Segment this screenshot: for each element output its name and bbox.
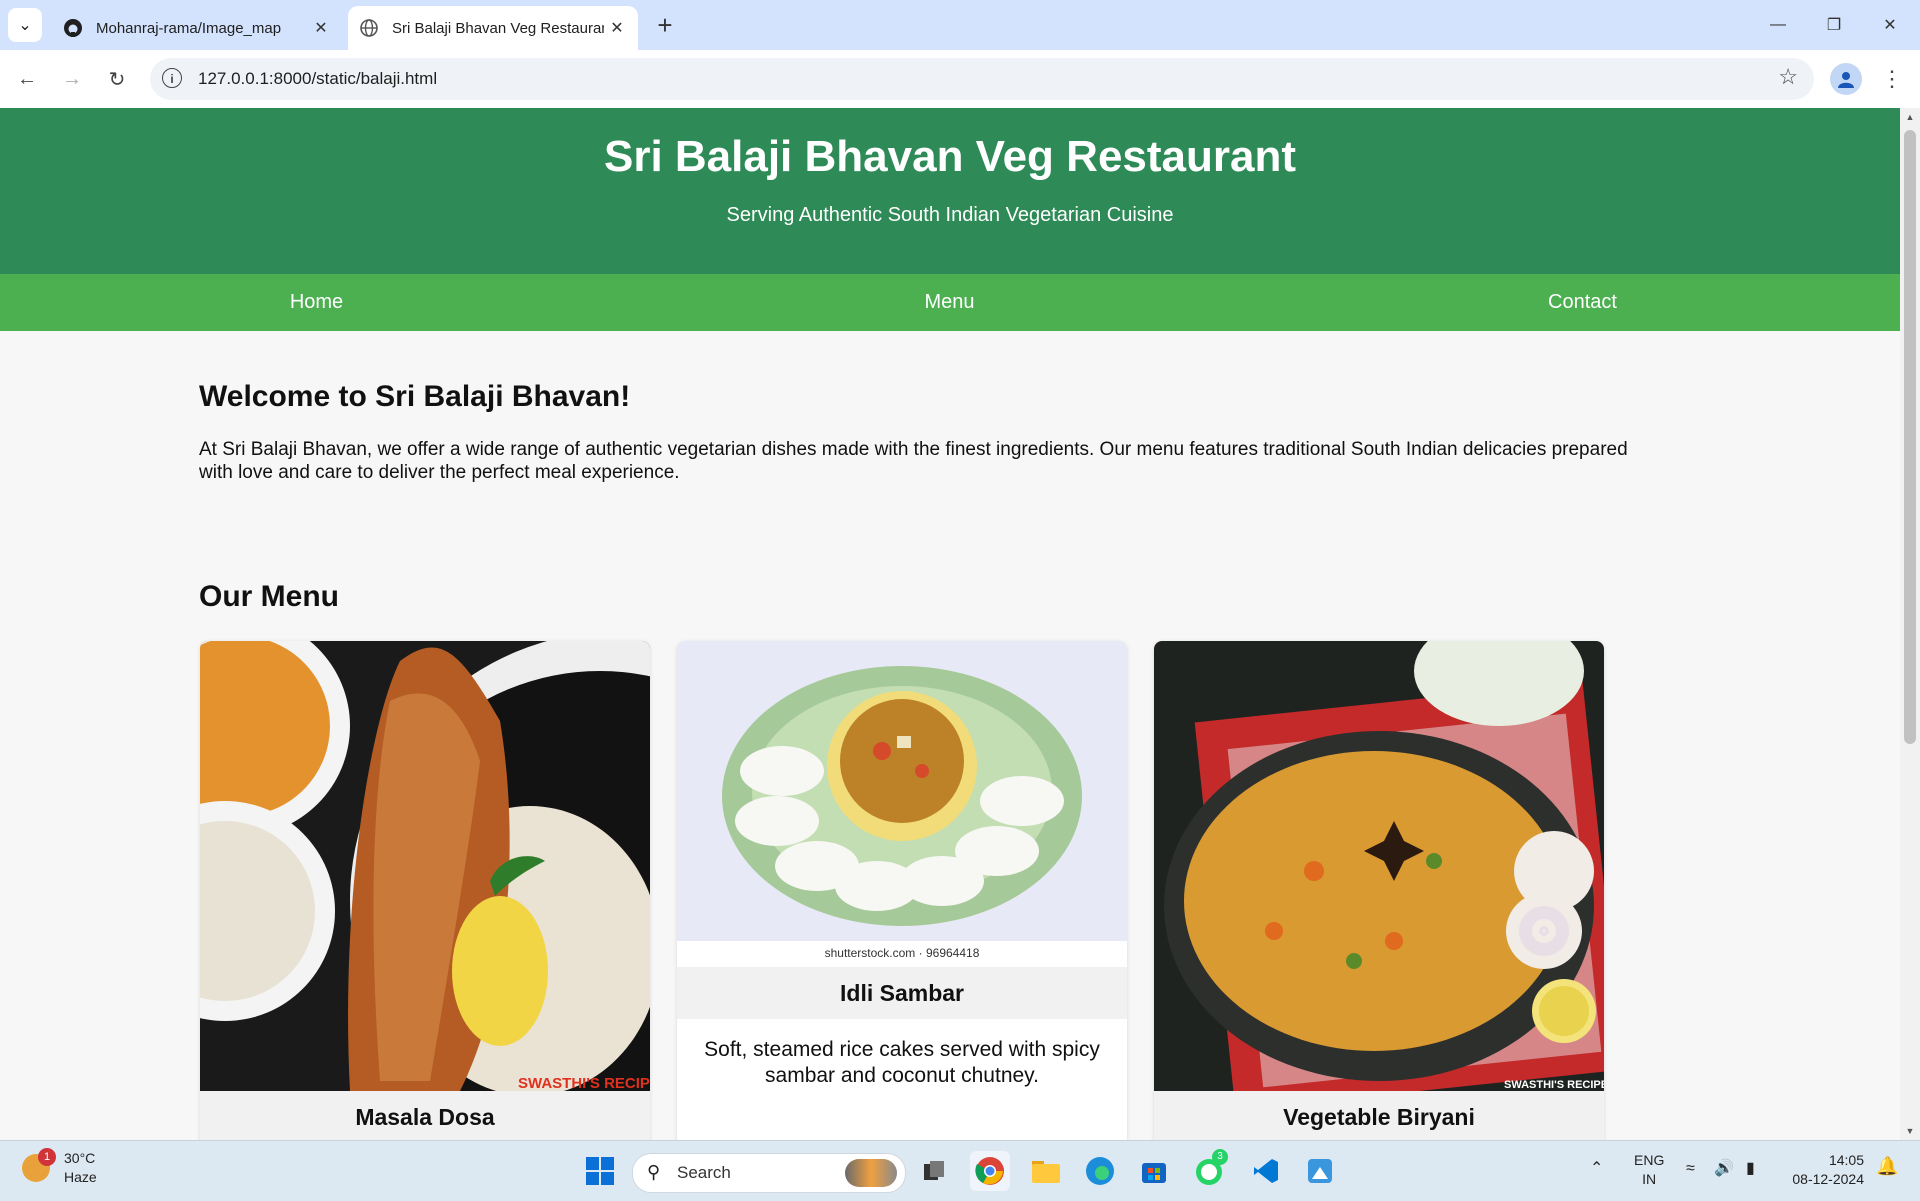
restore-button[interactable]: ❐	[1806, 0, 1862, 50]
page-viewport: Sri Balaji Bhavan Veg Restaurant Serving…	[0, 108, 1900, 1140]
menu-card-vegetable-biryani: SWASTHI'S RECIPES Vegetable Biryani	[1154, 641, 1604, 1140]
language-indicator[interactable]: ENG IN	[1634, 1151, 1664, 1189]
weather-widget[interactable]: 1 30°C Haze	[22, 1149, 97, 1187]
close-tab-icon[interactable]: ✕	[604, 18, 630, 38]
show-hidden-icons-button[interactable]: ⌃	[1590, 1159, 1603, 1178]
nav-contact-link[interactable]: Contact	[1266, 274, 1899, 331]
restaurant-title: Sri Balaji Bhavan Veg Restaurant	[0, 132, 1900, 182]
whatsapp-badge: 3	[1212, 1149, 1228, 1165]
taskbar-search-box[interactable]: ⚲ Search	[632, 1153, 906, 1193]
taskbar-chrome[interactable]	[970, 1151, 1010, 1191]
volume-icon[interactable]: 🔊	[1714, 1159, 1734, 1178]
windows-logo-icon	[585, 1156, 615, 1186]
windows-taskbar: 1 30°C Haze ⚲ Search 3 ⌃ ENG IN	[0, 1140, 1920, 1201]
site-nav: Home Menu Contact	[0, 274, 1900, 331]
wifi-icon[interactable]: ≈	[1686, 1159, 1695, 1178]
restaurant-tagline: Serving Authentic South Indian Vegetaria…	[0, 204, 1900, 227]
menu-heading: Our Menu	[199, 580, 339, 614]
scroll-down-arrow[interactable]: ▼	[1900, 1126, 1920, 1136]
menu-item-name: Masala Dosa	[200, 1091, 650, 1140]
welcome-text: At Sri Balaji Bhavan, we offer a wide ra…	[199, 438, 1639, 484]
image-watermark: SWASTHI'S RECIPES	[1504, 1079, 1604, 1091]
task-view-icon	[921, 1158, 947, 1184]
browser-toolbar: ← → ↻ i 127.0.0.1:8000/static/balaji.htm…	[0, 50, 1920, 108]
masala-dosa-image: SWASTHI'S RECIPES	[200, 641, 650, 1091]
search-label: Search	[677, 1163, 731, 1183]
site-info-icon[interactable]: i	[162, 68, 182, 88]
tab-restaurant[interactable]: Sri Balaji Bhavan Veg Restaurant ✕	[348, 6, 638, 50]
menu-item-name: Vegetable Biryani	[1154, 1091, 1604, 1140]
tab-github[interactable]: Mohanraj-rama/Image_map ✕	[52, 6, 342, 50]
notification-bell-icon[interactable]: 🔔	[1876, 1157, 1898, 1176]
globe-icon	[358, 17, 380, 39]
bookmark-star-icon[interactable]: ☆	[1778, 64, 1798, 90]
close-window-button[interactable]: ✕	[1862, 0, 1918, 50]
reload-button[interactable]: ↻	[100, 62, 134, 96]
taskbar-paint[interactable]	[1300, 1151, 1340, 1191]
idli-sambar-image: shutterstock.com · 96964418	[677, 641, 1127, 1091]
region-code: IN	[1634, 1170, 1664, 1189]
edge-icon	[1085, 1156, 1115, 1186]
profile-avatar[interactable]	[1830, 63, 1862, 95]
paint-icon	[1306, 1157, 1334, 1185]
search-icon: ⚲	[647, 1162, 660, 1183]
close-tab-icon[interactable]: ✕	[308, 18, 334, 38]
weather-haze-icon: 1	[22, 1154, 50, 1182]
chevron-down-icon: ⌄	[18, 15, 31, 35]
vscode-icon	[1252, 1157, 1280, 1185]
scrollbar-thumb[interactable]	[1904, 130, 1916, 744]
battery-icon[interactable]: ▮	[1746, 1159, 1755, 1178]
nav-home-link[interactable]: Home	[0, 274, 633, 331]
taskbar-store[interactable]	[1134, 1151, 1174, 1191]
tab-title: Sri Balaji Bhavan Veg Restaurant	[392, 20, 604, 37]
start-button[interactable]	[580, 1151, 620, 1191]
clock[interactable]: 14:05 08-12-2024	[1786, 1151, 1864, 1189]
page-scrollbar[interactable]: ▲ ▼	[1900, 108, 1920, 1140]
address-bar[interactable]: i 127.0.0.1:8000/static/balaji.html ☆	[150, 58, 1814, 100]
clock-date: 08-12-2024	[1786, 1170, 1864, 1189]
language-code: ENG	[1634, 1151, 1664, 1170]
more-menu-icon[interactable]: ⋮	[1880, 62, 1904, 96]
new-tab-button[interactable]: +	[650, 10, 680, 40]
taskbar-whatsapp[interactable]: 3	[1190, 1151, 1230, 1191]
clock-time: 14:05	[1786, 1151, 1864, 1170]
github-icon	[62, 17, 84, 39]
store-icon	[1140, 1157, 1168, 1185]
notification-badge: 1	[38, 1148, 56, 1166]
chrome-icon	[975, 1156, 1005, 1186]
person-icon	[1836, 69, 1856, 89]
taskbar-edge[interactable]	[1080, 1151, 1120, 1191]
menu-item-description: Soft, steamed rice cakes served with spi…	[677, 1037, 1127, 1089]
scroll-up-arrow[interactable]: ▲	[1900, 112, 1920, 122]
tab-search-button[interactable]: ⌄	[8, 8, 42, 42]
site-header: Sri Balaji Bhavan Veg Restaurant Serving…	[0, 108, 1900, 274]
browser-tab-strip: ⌄ Mohanraj-rama/Image_map ✕ Sri Balaji B…	[0, 0, 1920, 50]
tab-title: Mohanraj-rama/Image_map	[96, 20, 308, 37]
forward-button[interactable]: →	[55, 62, 89, 96]
folder-icon	[1031, 1158, 1061, 1184]
nav-menu-link[interactable]: Menu	[633, 274, 1266, 331]
weather-description: Haze	[64, 1168, 97, 1187]
image-watermark: SWASTHI'S RECIPES	[518, 1075, 650, 1091]
search-highlight-image	[845, 1159, 897, 1187]
taskbar-file-explorer[interactable]	[1026, 1151, 1066, 1191]
url-text: 127.0.0.1:8000/static/balaji.html	[198, 69, 437, 89]
task-view-button[interactable]	[914, 1151, 954, 1191]
vegetable-biryani-image: SWASTHI'S RECIPES	[1154, 641, 1604, 1091]
image-watermark: shutterstock.com · 96964418	[825, 946, 980, 960]
taskbar-vscode[interactable]	[1246, 1151, 1286, 1191]
menu-card-masala-dosa: SWASTHI'S RECIPES Masala Dosa	[200, 641, 650, 1140]
back-button[interactable]: ←	[10, 62, 44, 96]
welcome-heading: Welcome to Sri Balaji Bhavan!	[199, 380, 630, 414]
menu-item-name: Idli Sambar	[677, 967, 1127, 1019]
weather-temperature: 30°C	[64, 1149, 97, 1168]
menu-card-idli-sambar: shutterstock.com · 96964418 Idli Sambar …	[677, 641, 1127, 1140]
minimize-button[interactable]: —	[1750, 0, 1806, 50]
